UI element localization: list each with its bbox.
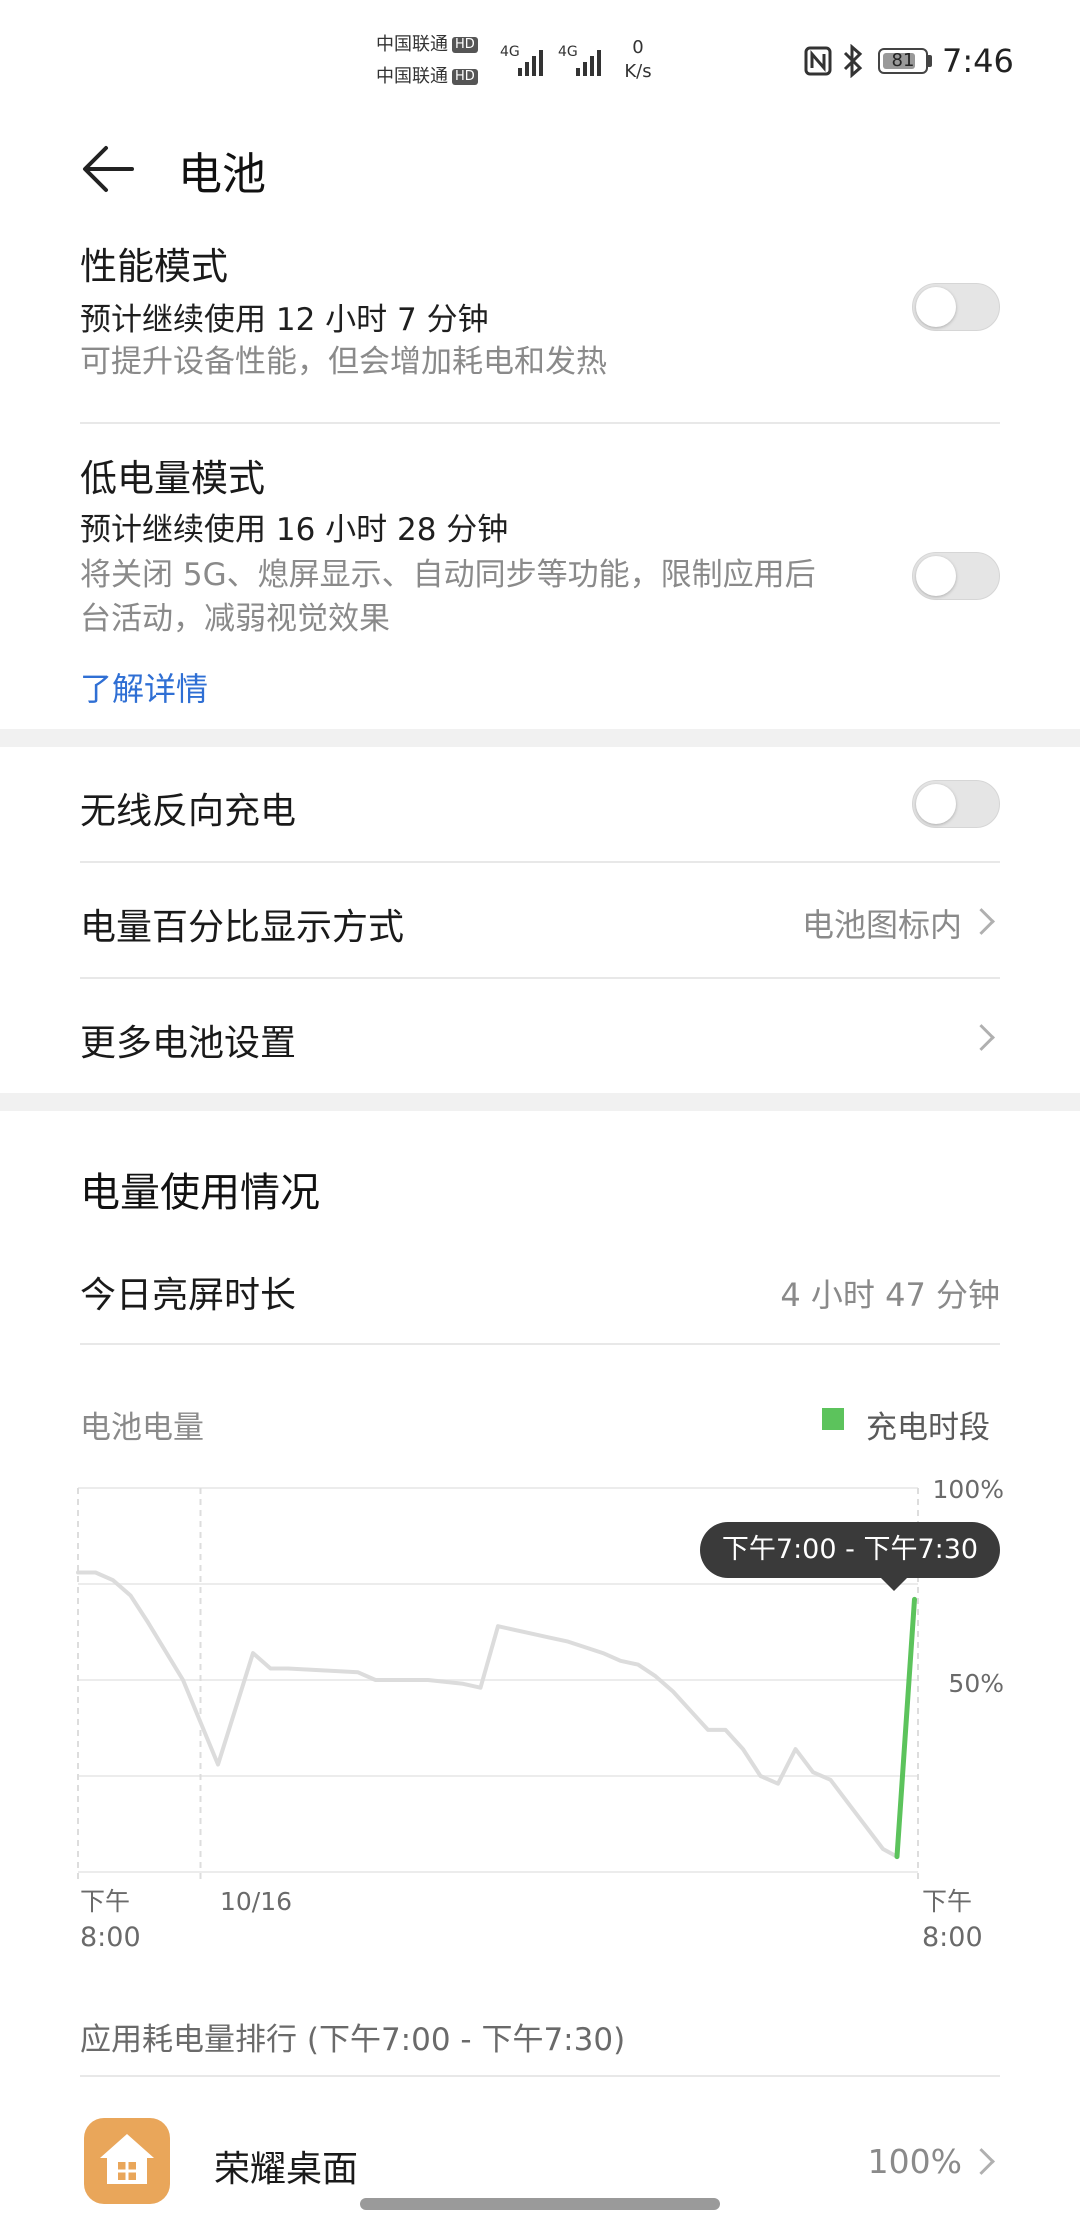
divider <box>80 861 1000 863</box>
performance-mode-description: 可提升设备性能，但会增加耗电和发热 <box>80 344 607 380</box>
divider <box>80 977 1000 979</box>
chevron-right-icon <box>968 908 995 935</box>
low-power-mode-description-line1: 将关闭 5G、熄屏显示、自动同步等功能，限制应用后 <box>80 557 816 593</box>
bluetooth-icon <box>843 44 863 78</box>
honor-launcher-icon <box>84 2118 170 2204</box>
battery-level: 81 <box>891 50 915 71</box>
section-gap <box>0 729 1080 747</box>
percentage-display-value: 电池图标内 <box>801 906 962 944</box>
tooltip-arrow <box>880 1577 908 1591</box>
usage-section-title: 电量使用情况 <box>80 1170 320 1216</box>
carrier-1: 中国联通 HD <box>376 34 478 56</box>
learn-more-link[interactable]: 了解详情 <box>80 664 208 710</box>
section-gap <box>0 1093 1080 1111</box>
divider <box>80 1343 1000 1345</box>
chevron-right-icon <box>968 2148 995 2175</box>
performance-mode-estimate: 预计继续使用 12 小时 7 分钟 <box>80 302 489 338</box>
hd-badge-2: HD <box>452 69 478 85</box>
y-tick-label: 100% <box>932 1475 1004 1504</box>
app-percent: 100% <box>867 2142 962 2181</box>
more-battery-settings-label: 更多电池设置 <box>80 1023 297 1064</box>
network-type-2: 4G <box>558 44 578 60</box>
legend-swatch <box>822 1408 844 1430</box>
performance-mode-title: 性能模式 <box>80 245 228 288</box>
network-speed: 0 K/s <box>616 36 660 84</box>
back-arrow-icon[interactable] <box>80 144 136 194</box>
legend-label: 充电时段 <box>866 1410 990 1446</box>
carrier-2-label: 中国联通 <box>376 66 448 87</box>
app-ranking-title: 应用耗电量排行 (下午7:00 - 下午7:30) <box>80 2022 626 2058</box>
battery-level-series <box>76 1570 899 1859</box>
page-title: 电池 <box>178 149 266 200</box>
nfc-icon <box>804 46 832 76</box>
low-power-mode-description-line2: 台活动，减弱视觉效果 <box>80 601 390 637</box>
home-indicator[interactable] <box>360 2198 720 2210</box>
low-power-mode-toggle[interactable] <box>912 552 1000 600</box>
chart-label: 电池电量 <box>80 1410 204 1446</box>
carrier-2: 中国联通 HD <box>376 66 478 88</box>
network-type-1: 4G <box>500 44 520 60</box>
low-power-mode-estimate: 预计继续使用 16 小时 28 分钟 <box>80 512 509 548</box>
divider <box>80 2075 1000 2077</box>
chevron-right-icon <box>968 1024 995 1051</box>
network-speed-value: 0 <box>632 37 644 58</box>
screen-time-label: 今日亮屏时长 <box>80 1275 297 1316</box>
x-tick-label-mid: 10/16 <box>220 1887 293 1916</box>
x-tick-label-end: 下午 8:00 <box>922 1887 983 1953</box>
clock: 7:46 <box>942 42 1014 80</box>
percentage-display-label: 电量百分比显示方式 <box>80 907 405 948</box>
performance-mode-toggle[interactable] <box>912 283 1000 331</box>
carrier-1-label: 中国联通 <box>376 34 448 55</box>
network-speed-unit: K/s <box>624 61 652 82</box>
chart-tooltip: 下午7:00 - 下午7:30 <box>700 1522 1000 1578</box>
divider <box>80 422 1000 424</box>
screen-time-value: 4 小时 47 分钟 <box>780 1276 1000 1314</box>
low-power-mode-title: 低电量模式 <box>80 457 265 500</box>
app-name: 荣耀桌面 <box>214 2149 359 2190</box>
x-tick-label-start: 下午 8:00 <box>80 1887 141 1953</box>
y-tick-label: 50% <box>948 1669 1004 1698</box>
signal-strength-icon-2 <box>576 44 601 76</box>
reverse-charging-label: 无线反向充电 <box>80 791 297 832</box>
reverse-charging-toggle[interactable] <box>912 780 1000 828</box>
signal-strength-icon-1 <box>518 44 543 76</box>
charging-series <box>894 1596 917 1860</box>
hd-badge-1: HD <box>452 37 478 53</box>
